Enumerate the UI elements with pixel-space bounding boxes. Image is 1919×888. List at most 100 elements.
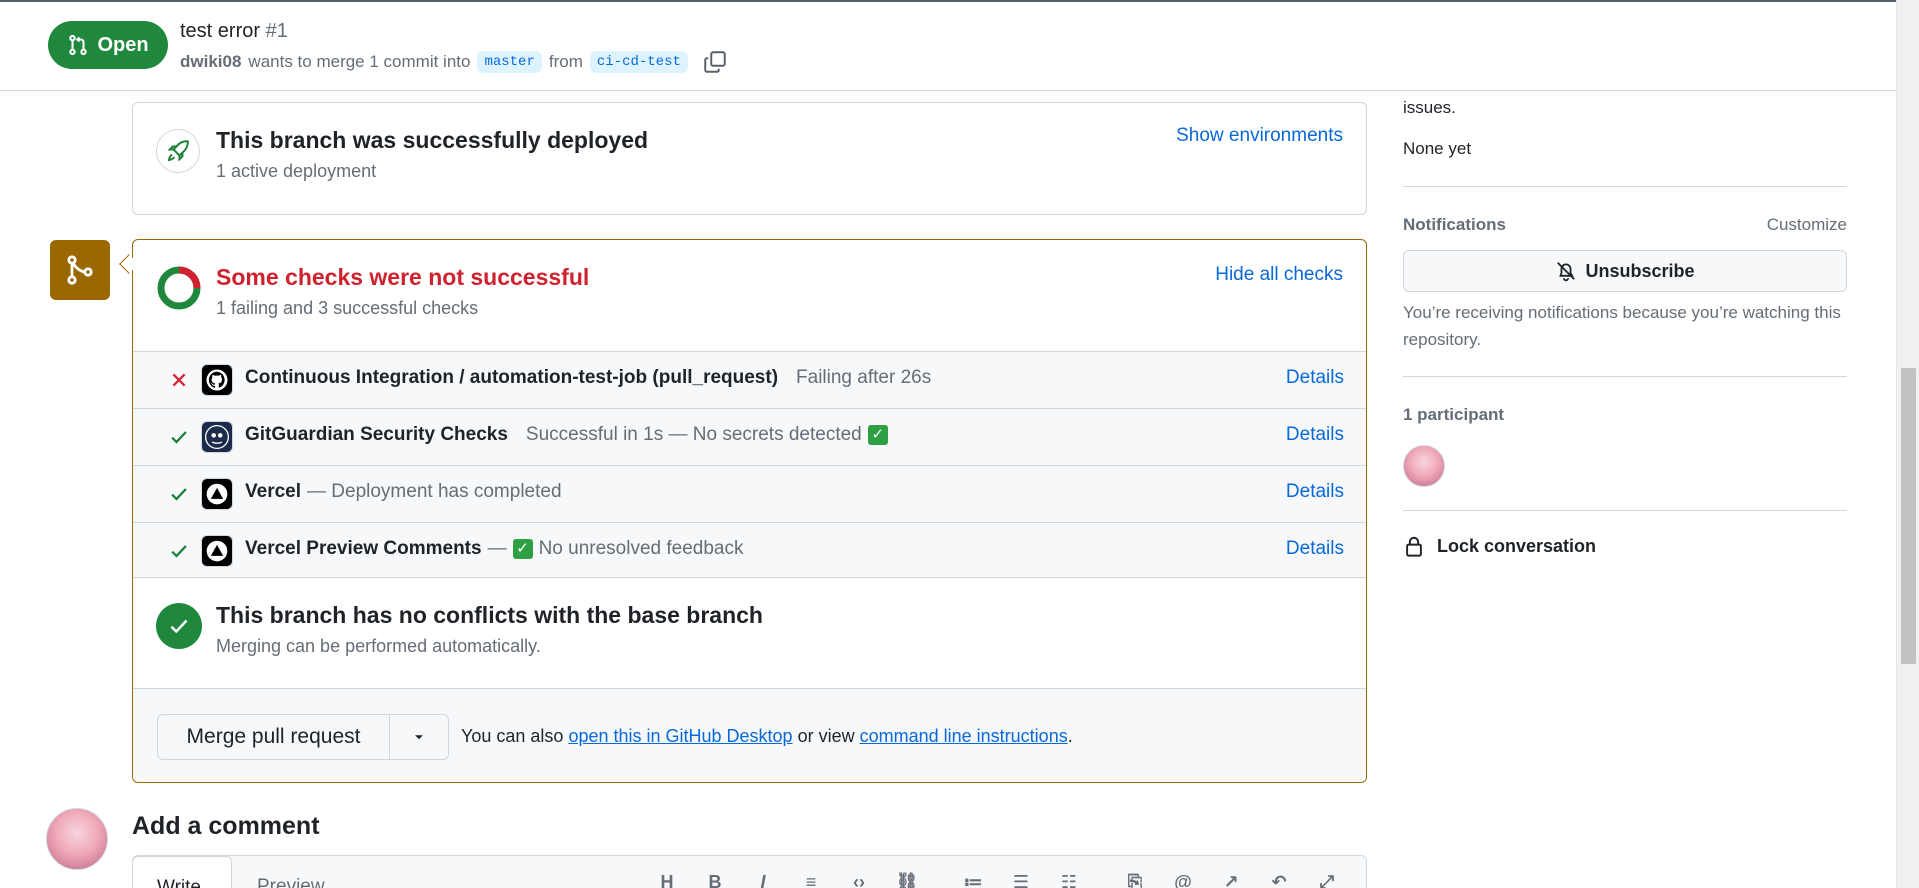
check-text: Vercel — Deployment has completed — [245, 481, 562, 503]
deployment-box: This branch was successfully deployed 1 … — [132, 102, 1367, 215]
unsubscribe-label: Unsubscribe — [1585, 260, 1695, 281]
merge-pull-request-button[interactable]: Merge pull request — [158, 715, 390, 759]
page-scrollbar[interactable] — [1896, 0, 1919, 888]
merge-button-group: Merge pull request — [157, 714, 449, 760]
tab-preview[interactable]: Preview — [257, 876, 325, 888]
check-description-prefix: — — [487, 538, 507, 559]
check-row: Continuous Integration / automation-test… — [133, 351, 1366, 408]
check-name: Continuous Integration / automation-test… — [245, 367, 779, 388]
participant-avatar[interactable] — [1403, 445, 1445, 487]
checkbox-checked-icon: ✓ — [867, 425, 888, 445]
pr-merge-text: wants to merge 1 commit into — [248, 52, 471, 71]
lock-conversation-button[interactable]: Lock conversation — [1403, 534, 1596, 558]
command-line-instructions-link[interactable]: command line instructions — [860, 726, 1068, 746]
no-conflicts-section: This branch has no conflicts with the ba… — [133, 577, 1366, 688]
rocket-icon — [156, 129, 200, 173]
lock-icon — [1406, 536, 1422, 557]
ordered-list-icon[interactable]: ≔ — [959, 872, 987, 888]
tab-write[interactable]: Write — [132, 856, 232, 888]
pr-state-badge: Open — [48, 21, 168, 69]
deployment-subtitle: 1 active deployment — [216, 161, 377, 181]
github-desktop-link[interactable]: open this in GitHub Desktop — [568, 726, 792, 746]
checks-summary: Some checks were not successful 1 failin… — [133, 240, 1366, 351]
avatar[interactable] — [46, 808, 108, 870]
check-text: Continuous Integration / automation-test… — [245, 367, 931, 389]
github-actions-icon — [201, 364, 233, 396]
checks-title: Some checks were not successful — [216, 264, 590, 290]
merge-note-middle: or view — [797, 726, 855, 746]
head-branch[interactable]: ci-cd-test — [589, 51, 688, 73]
check-name: Vercel Preview Comments — [245, 538, 482, 559]
quote-icon[interactable]: ≡ — [797, 872, 825, 888]
notifications-heading: Notifications — [1403, 215, 1506, 234]
merge-footer: Merge pull request You can also open thi… — [133, 688, 1366, 782]
link-icon[interactable]: ⛓ — [893, 872, 921, 888]
markdown-toolbar: H B I ≡ ‹› ⛓ ≔ ☰ ☷ ⎘ @ ↗ ↶ ⤢ — [653, 872, 1341, 888]
check-icon — [171, 488, 187, 501]
merge-note: You can also open this in GitHub Desktop… — [461, 726, 1073, 747]
attach-icon[interactable]: ⎘ — [1121, 872, 1149, 888]
pr-author-link[interactable]: dwiki08 — [180, 52, 241, 72]
code-icon[interactable]: ‹› — [845, 872, 873, 888]
sidebar-divider — [1403, 376, 1847, 377]
triangle-down-icon — [415, 735, 423, 740]
lock-conversation-label: Lock conversation — [1437, 535, 1597, 556]
base-branch[interactable]: master — [477, 51, 542, 73]
reference-icon[interactable]: ↗ — [1217, 872, 1245, 888]
sidebar-divider — [1403, 510, 1847, 511]
deployment-title: This branch was successfully deployed — [216, 127, 649, 153]
checkbox-checked-icon: ✓ — [512, 539, 533, 559]
sidebar-divider — [1403, 186, 1847, 187]
participants-heading: 1 participant — [1403, 405, 1505, 424]
check-row: Vercel — Deployment has completed Detail… — [133, 465, 1366, 522]
check-details-link[interactable]: Details — [1286, 538, 1344, 560]
check-name: GitGuardian Security Checks — [245, 424, 508, 445]
sticky-header: Open test error #1 dwiki08 wants to merg… — [0, 0, 1896, 91]
merge-note-prefix: You can also — [461, 726, 564, 746]
merge-method-dropdown[interactable] — [390, 715, 448, 759]
pull-request-icon — [69, 34, 88, 56]
unsubscribe-button[interactable]: Unsubscribe — [1403, 250, 1847, 292]
bell-slash-icon — [1557, 262, 1576, 282]
x-icon — [172, 373, 186, 387]
check-description: Failing after 26s — [796, 367, 932, 388]
vercel-icon — [201, 535, 233, 567]
check-details-link[interactable]: Details — [1286, 481, 1344, 503]
no-conflicts-subtitle: Merging can be performed automatically. — [216, 636, 541, 656]
pr-meta: dwiki08 wants to merge 1 commit into mas… — [180, 50, 727, 74]
comment-editor: Write Preview H B I ≡ ‹› ⛓ ≔ ☰ ☷ ⎘ @ ↗ ↶… — [132, 855, 1367, 888]
check-description: — Deployment has completed — [307, 481, 562, 502]
unordered-list-icon[interactable]: ☰ — [1007, 872, 1035, 888]
mention-icon[interactable]: @ — [1169, 872, 1197, 888]
gitguardian-icon — [201, 421, 233, 453]
check-name: Vercel — [245, 481, 301, 502]
check-row: GitGuardian Security Checks Successful i… — [133, 408, 1366, 465]
check-text: Vercel Preview Comments — ✓ No unresolve… — [245, 538, 744, 560]
heading-icon[interactable]: H — [653, 872, 681, 888]
pr-number: #1 — [265, 20, 288, 42]
italic-icon[interactable]: I — [749, 872, 777, 888]
bold-icon[interactable]: B — [701, 872, 729, 888]
check-row: Vercel Preview Comments — ✓ No unresolve… — [133, 522, 1366, 579]
no-conflicts-title: This branch has no conflicts with the ba… — [216, 602, 763, 628]
check-details-link[interactable]: Details — [1286, 367, 1344, 389]
git-merge-status-icon — [50, 240, 110, 300]
checks-list: Continuous Integration / automation-test… — [133, 351, 1366, 579]
hide-all-checks-link[interactable]: Hide all checks — [1215, 264, 1343, 286]
scrollbar-thumb[interactable] — [1901, 368, 1916, 664]
sidebar-none-yet: None yet — [1403, 139, 1472, 158]
copy-icon[interactable] — [703, 50, 727, 74]
fullscreen-icon[interactable]: ⤢ — [1313, 872, 1341, 888]
merge-note-suffix: . — [1067, 726, 1073, 746]
check-icon — [171, 545, 187, 558]
checks-subtitle: 1 failing and 3 successful checks — [216, 298, 479, 318]
reply-icon[interactable]: ↶ — [1265, 872, 1293, 888]
task-list-icon[interactable]: ☷ — [1055, 872, 1083, 888]
show-environments-link[interactable]: Show environments — [1176, 125, 1343, 147]
check-text: GitGuardian Security Checks Successful i… — [245, 424, 888, 446]
check-description: Successful in 1s — No secrets detected — [525, 424, 862, 445]
merge-box: Some checks were not successful 1 failin… — [132, 239, 1367, 783]
customize-link[interactable]: Customize — [1767, 215, 1847, 235]
check-details-link[interactable]: Details — [1286, 424, 1344, 446]
vercel-icon — [201, 478, 233, 510]
